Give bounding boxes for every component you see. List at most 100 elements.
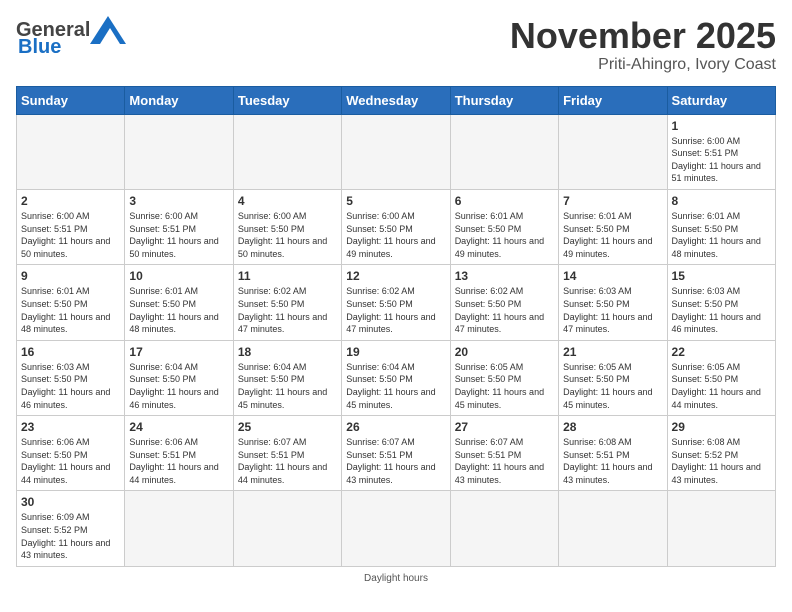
table-row — [559, 491, 667, 566]
calendar-row: 16 Sunrise: 6:03 AMSunset: 5:50 PMDayligh… — [17, 340, 776, 415]
table-row: 26Sunrise: 6:07 AMSunset: 5:51 PMDayligh… — [342, 416, 450, 491]
day-number: 1 — [672, 119, 771, 133]
day-number: 27 — [455, 420, 554, 434]
calendar-title: November 2025 — [510, 16, 776, 56]
day-info: Sunrise: 6:00 AMSunset: 5:50 PMDaylight:… — [238, 210, 337, 260]
day-number: 18 — [238, 345, 337, 359]
day-info: Sunrise: 6:07 AMSunset: 5:51 PMDaylight:… — [238, 436, 337, 486]
day-info: Sunrise: 6:00 AMSunset: 5:51 PMDaylight:… — [21, 210, 120, 260]
day-info: Sunrise: 6:02 AMSunset: 5:50 PMDaylight:… — [346, 285, 445, 335]
day-number: 2 — [21, 194, 120, 208]
table-row — [342, 491, 450, 566]
calendar-row: 1 Sunrise: 6:00 AMSunset: 5:51 PMDaylight… — [17, 114, 776, 189]
day-number: 21 — [563, 345, 662, 359]
col-friday: Friday — [559, 86, 667, 114]
day-number: 15 — [672, 269, 771, 283]
day-number: 6 — [455, 194, 554, 208]
day-number: 7 — [563, 194, 662, 208]
day-number: 19 — [346, 345, 445, 359]
day-info: Sunrise: 6:08 AMSunset: 5:51 PMDaylight:… — [563, 436, 662, 486]
day-number: 24 — [129, 420, 228, 434]
table-row — [233, 114, 341, 189]
day-info: Sunrise: 6:05 AMSunset: 5:50 PMDaylight:… — [455, 361, 554, 411]
col-tuesday: Tuesday — [233, 86, 341, 114]
table-row: 24 Sunrise: 6:06 AMSunset: 5:51 PMDayligh… — [125, 416, 233, 491]
table-row: 14 Sunrise: 6:03 AMSunset: 5:50 PMDayligh… — [559, 265, 667, 340]
day-info: Sunrise: 6:00 AMSunset: 5:51 PMDaylight:… — [129, 210, 228, 260]
day-info: Sunrise: 6:03 AMSunset: 5:50 PMDaylight:… — [563, 285, 662, 335]
day-number: 22 — [672, 345, 771, 359]
logo: General Blue — [16, 16, 126, 59]
logo-blue-text: Blue — [18, 36, 61, 59]
col-wednesday: Wednesday — [342, 86, 450, 114]
day-info: Sunrise: 6:06 AMSunset: 5:50 PMDaylight:… — [21, 436, 120, 486]
day-number: 14 — [563, 269, 662, 283]
day-info: Sunrise: 6:01 AMSunset: 5:50 PMDaylight:… — [455, 210, 554, 260]
day-info: Sunrise: 6:07 AMSunset: 5:51 PMDaylight:… — [455, 436, 554, 486]
day-number: 12 — [346, 269, 445, 283]
table-row — [233, 491, 341, 566]
day-info: Sunrise: 6:03 AMSunset: 5:50 PMDaylight:… — [21, 361, 120, 411]
table-row: 10 Sunrise: 6:01 AMSunset: 5:50 PMDayligh… — [125, 265, 233, 340]
col-sunday: Sunday — [17, 86, 125, 114]
day-number: 4 — [238, 194, 337, 208]
day-info: Sunrise: 6:04 AMSunset: 5:50 PMDaylight:… — [129, 361, 228, 411]
table-row: 8Sunrise: 6:01 AMSunset: 5:50 PMDaylight… — [667, 189, 775, 264]
calendar-table: Sunday Monday Tuesday Wednesday Thursday… — [16, 86, 776, 567]
day-number: 16 — [21, 345, 120, 359]
day-number: 3 — [129, 194, 228, 208]
table-row: 22 Sunrise: 6:05 AMSunset: 5:50 PMDayligh… — [667, 340, 775, 415]
table-row: 2 Sunrise: 6:00 AMSunset: 5:51 PMDaylight… — [17, 189, 125, 264]
day-info: Sunrise: 6:04 AMSunset: 5:50 PMDaylight:… — [346, 361, 445, 411]
day-info: Sunrise: 6:05 AMSunset: 5:50 PMDaylight:… — [563, 361, 662, 411]
table-row: 11Sunrise: 6:02 AMSunset: 5:50 PMDayligh… — [233, 265, 341, 340]
day-number: 8 — [672, 194, 771, 208]
day-info: Sunrise: 6:08 AMSunset: 5:52 PMDaylight:… — [672, 436, 771, 486]
day-info: Sunrise: 6:01 AMSunset: 5:50 PMDaylight:… — [129, 285, 228, 335]
day-info: Sunrise: 6:04 AMSunset: 5:50 PMDaylight:… — [238, 361, 337, 411]
calendar-title-block: November 2025 Priti-Ahingro, Ivory Coast — [510, 16, 776, 74]
day-number: 23 — [21, 420, 120, 434]
day-info: Sunrise: 6:00 AMSunset: 5:50 PMDaylight:… — [346, 210, 445, 260]
table-row: 1 Sunrise: 6:00 AMSunset: 5:51 PMDaylight… — [667, 114, 775, 189]
table-row: 16 Sunrise: 6:03 AMSunset: 5:50 PMDayligh… — [17, 340, 125, 415]
calendar-row: 2 Sunrise: 6:00 AMSunset: 5:51 PMDaylight… — [17, 189, 776, 264]
table-row: 21 Sunrise: 6:05 AMSunset: 5:50 PMDayligh… — [559, 340, 667, 415]
day-number: 10 — [129, 269, 228, 283]
table-row — [450, 491, 558, 566]
day-info: Sunrise: 6:09 AMSunset: 5:52 PMDaylight:… — [21, 511, 120, 561]
table-row: 6 Sunrise: 6:01 AMSunset: 5:50 PMDaylight… — [450, 189, 558, 264]
day-info: Sunrise: 6:02 AMSunset: 5:50 PMDaylight:… — [455, 285, 554, 335]
day-number: 26 — [346, 420, 445, 434]
table-row: 20Sunrise: 6:05 AMSunset: 5:50 PMDayligh… — [450, 340, 558, 415]
table-row — [125, 114, 233, 189]
table-row — [559, 114, 667, 189]
table-row: 18 Sunrise: 6:04 AMSunset: 5:50 PMDayligh… — [233, 340, 341, 415]
day-number: 13 — [455, 269, 554, 283]
day-number: 5 — [346, 194, 445, 208]
table-row: 28 Sunrise: 6:08 AMSunset: 5:51 PMDayligh… — [559, 416, 667, 491]
calendar-row: 23 Sunrise: 6:06 AMSunset: 5:50 PMDayligh… — [17, 416, 776, 491]
table-row: 30Sunrise: 6:09 AMSunset: 5:52 PMDayligh… — [17, 491, 125, 566]
table-row: 17 Sunrise: 6:04 AMSunset: 5:50 PMDayligh… — [125, 340, 233, 415]
col-monday: Monday — [125, 86, 233, 114]
table-row: 15Sunrise: 6:03 AMSunset: 5:50 PMDayligh… — [667, 265, 775, 340]
day-info: Sunrise: 6:01 AMSunset: 5:50 PMDaylight:… — [563, 210, 662, 260]
table-row: 29Sunrise: 6:08 AMSunset: 5:52 PMDayligh… — [667, 416, 775, 491]
logo-blue-icon — [90, 16, 126, 44]
table-row: 4 Sunrise: 6:00 AMSunset: 5:50 PMDaylight… — [233, 189, 341, 264]
footer-note: Daylight hours — [16, 573, 776, 584]
day-info: Sunrise: 6:02 AMSunset: 5:50 PMDaylight:… — [238, 285, 337, 335]
day-number: 17 — [129, 345, 228, 359]
col-thursday: Thursday — [450, 86, 558, 114]
table-row: 19 Sunrise: 6:04 AMSunset: 5:50 PMDayligh… — [342, 340, 450, 415]
day-info: Sunrise: 6:05 AMSunset: 5:50 PMDaylight:… — [672, 361, 771, 411]
day-info: Sunrise: 6:00 AMSunset: 5:51 PMDaylight:… — [672, 135, 771, 185]
table-row: 12 Sunrise: 6:02 AMSunset: 5:50 PMDayligh… — [342, 265, 450, 340]
table-row: 25Sunrise: 6:07 AMSunset: 5:51 PMDayligh… — [233, 416, 341, 491]
table-row: 13 Sunrise: 6:02 AMSunset: 5:50 PMDayligh… — [450, 265, 558, 340]
day-info: Sunrise: 6:06 AMSunset: 5:51 PMDaylight:… — [129, 436, 228, 486]
table-row — [450, 114, 558, 189]
day-number: 28 — [563, 420, 662, 434]
table-row — [667, 491, 775, 566]
